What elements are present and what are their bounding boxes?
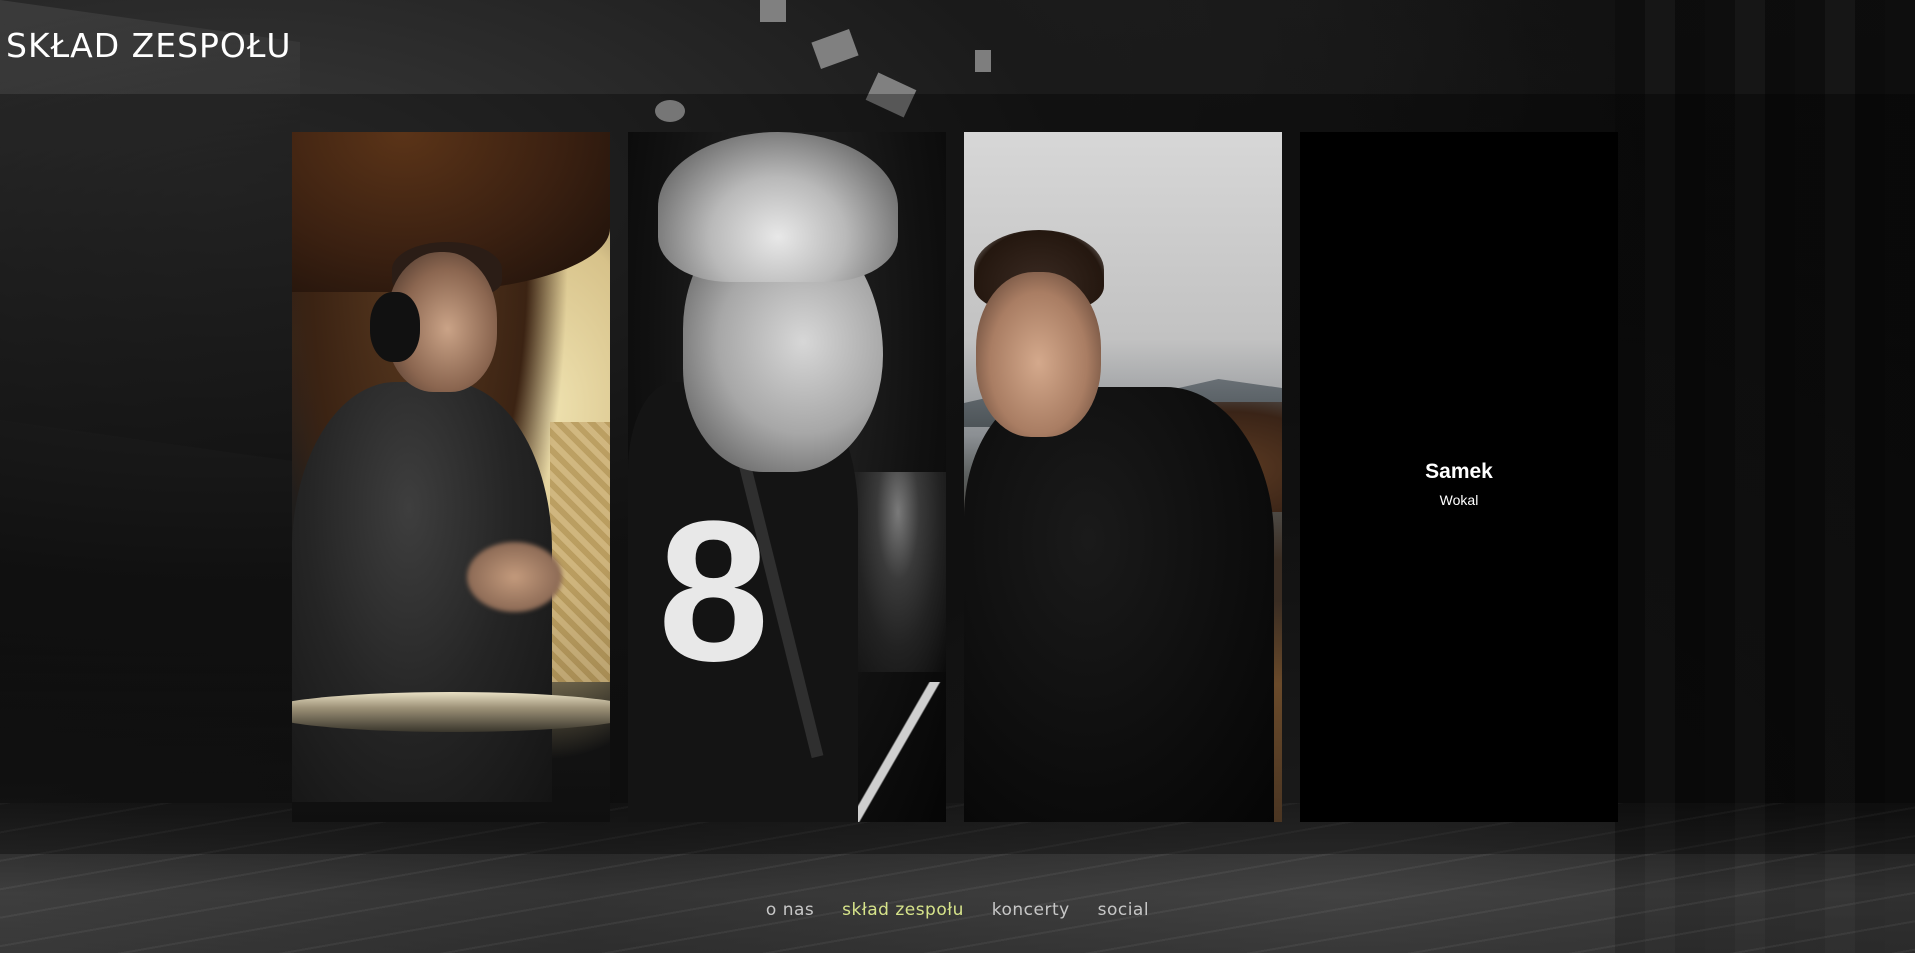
photo-detail: 8 bbox=[658, 480, 769, 703]
bottom-nav: o nas skład zespołu koncerty social bbox=[0, 900, 1915, 920]
member-name: Samek bbox=[1425, 460, 1493, 483]
member-photo bbox=[292, 132, 610, 822]
photo-detail bbox=[550, 422, 610, 682]
background-decoration bbox=[760, 0, 786, 22]
nav-link-social[interactable]: social bbox=[1098, 900, 1149, 920]
photo-detail bbox=[976, 272, 1101, 437]
photo-detail bbox=[370, 292, 420, 362]
photo-detail bbox=[848, 472, 946, 672]
member-photo bbox=[964, 132, 1282, 822]
nav-link-o-nas[interactable]: o nas bbox=[766, 900, 814, 920]
member-card-hovered[interactable]: Samek Wokal bbox=[1300, 132, 1618, 822]
photo-detail bbox=[292, 692, 610, 732]
nav-link-koncerty[interactable]: koncerty bbox=[992, 900, 1070, 920]
member-card[interactable] bbox=[964, 132, 1282, 822]
background-decoration bbox=[975, 50, 991, 72]
page-title: SKŁAD ZESPOŁU bbox=[6, 26, 292, 65]
nav-link-sklad-zespolu[interactable]: skład zespołu bbox=[842, 900, 964, 920]
photo-detail bbox=[467, 542, 562, 612]
member-card[interactable] bbox=[292, 132, 610, 822]
member-card[interactable]: 8 bbox=[628, 132, 946, 822]
photo-detail bbox=[658, 132, 898, 282]
member-role: Wokal bbox=[1439, 492, 1479, 508]
photo-detail bbox=[858, 682, 946, 822]
content-band bbox=[0, 94, 1915, 854]
background-decoration bbox=[811, 29, 859, 69]
member-photo: 8 bbox=[628, 132, 946, 822]
page-background: SKŁAD ZESPOŁU 8 Samek Wokal o nas skład … bbox=[0, 0, 1915, 953]
member-info: Samek Wokal bbox=[1300, 460, 1618, 508]
photo-detail bbox=[964, 387, 1274, 822]
